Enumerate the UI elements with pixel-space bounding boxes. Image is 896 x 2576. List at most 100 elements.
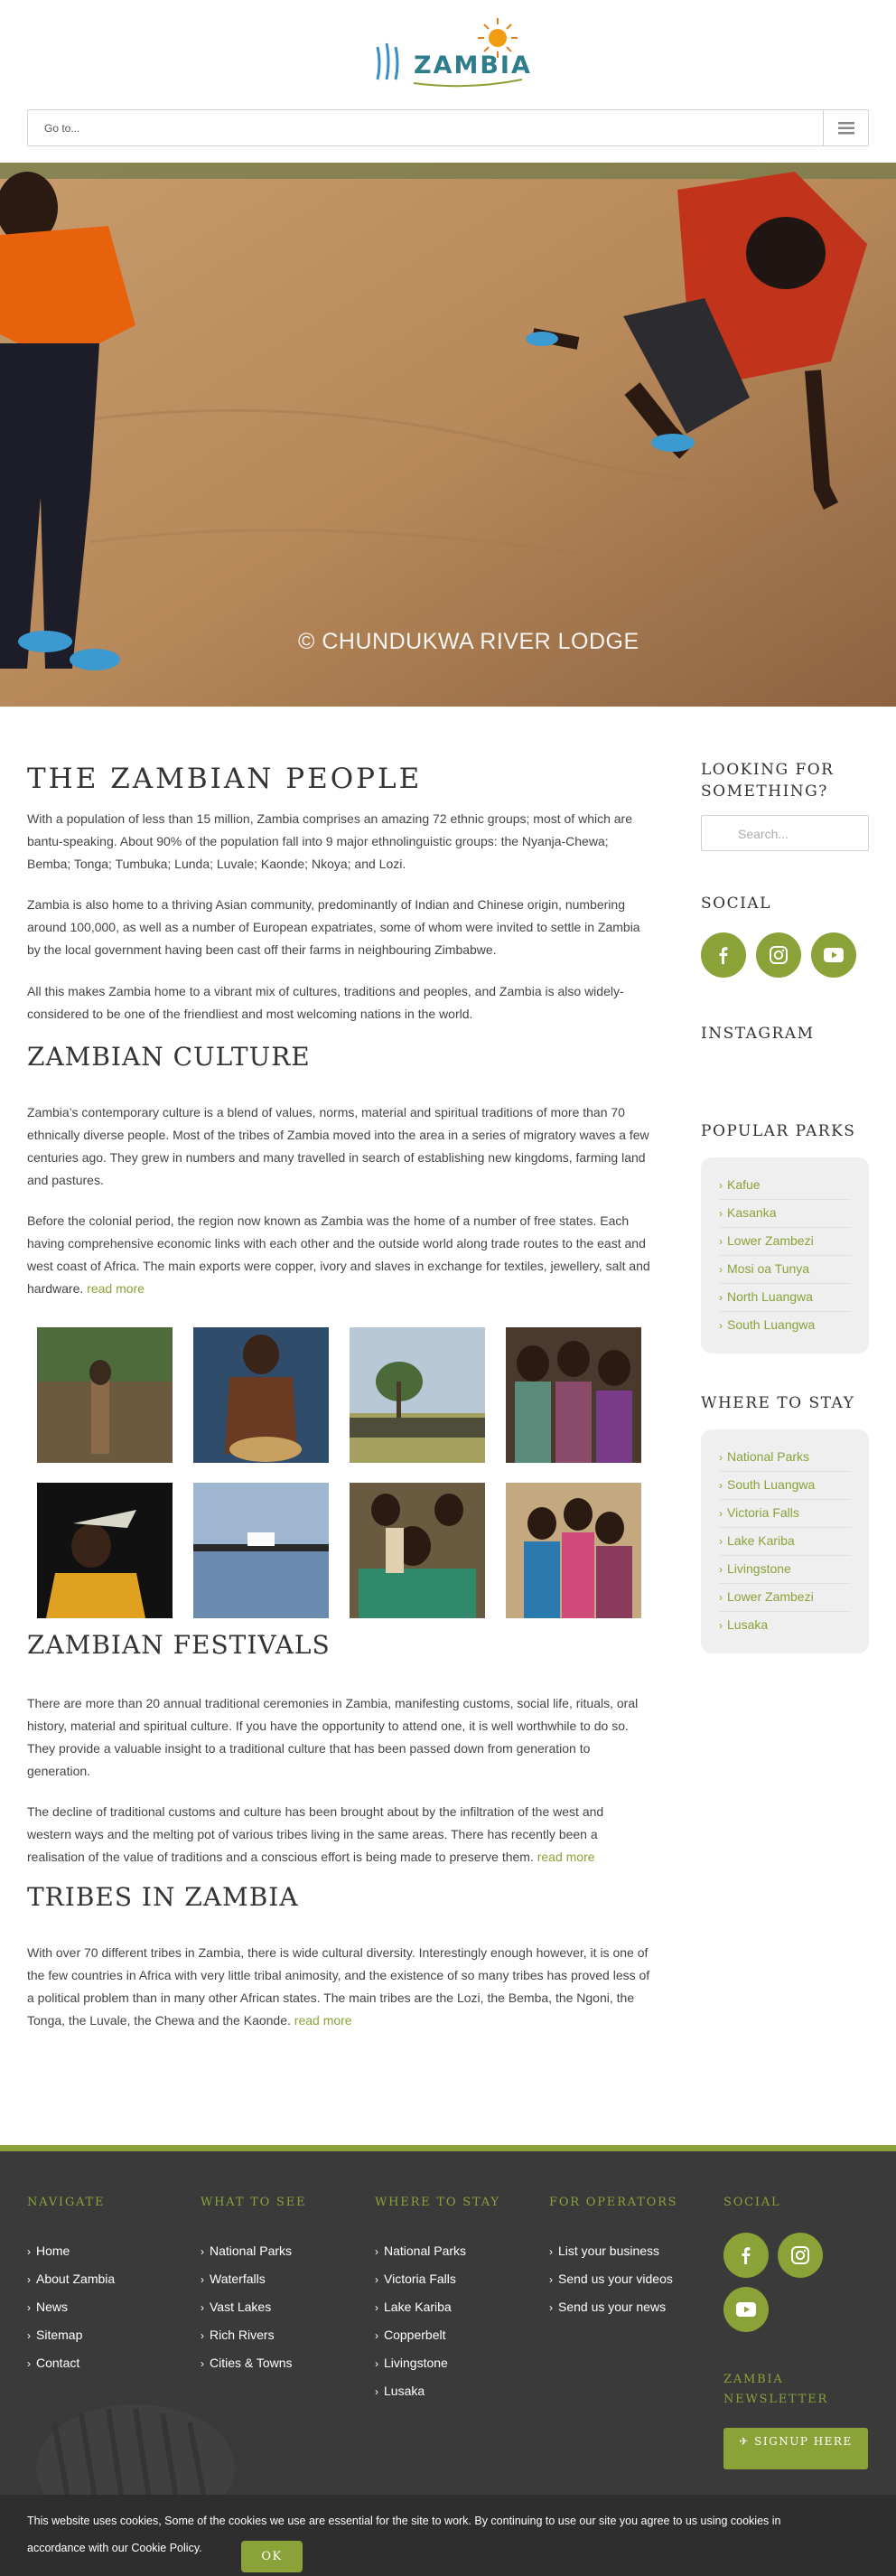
menu-icon[interactable] — [823, 110, 868, 145]
park-link[interactable]: › South Luangwa — [719, 1312, 851, 1339]
gallery-photo-8[interactable] — [506, 1483, 641, 1618]
chevron-right-icon: › — [27, 2273, 31, 2286]
paper-plane-icon: ✈ — [739, 2435, 750, 2448]
gallery-photo-3[interactable] — [350, 1327, 485, 1463]
footer-link[interactable]: › Home — [27, 2237, 115, 2265]
culture-read-more-link[interactable]: read more — [87, 1281, 145, 1296]
footer-link[interactable]: › Vast Lakes — [201, 2293, 306, 2321]
footer-link[interactable]: › About Zambia — [27, 2265, 115, 2293]
footer-link[interactable]: › National Parks — [201, 2237, 306, 2265]
facebook-icon[interactable] — [723, 2233, 769, 2278]
people-paragraph-2: Zambia is also home to a thriving Asian … — [27, 897, 640, 957]
chevron-right-icon: › — [201, 2329, 204, 2342]
footer-what-to-see: WHAT TO SEE › National Parks › Waterfalls … — [201, 2191, 306, 2377]
chevron-right-icon: › — [27, 2301, 31, 2314]
social-widget-title: SOCIAL — [701, 895, 771, 913]
where-to-stay-list: › National Parks › South Luangwa › Victoria… — [701, 1429, 869, 1653]
culture-heading: ZAMBIAN CULTURE — [27, 1042, 311, 1072]
chevron-right-icon: › — [375, 2385, 378, 2398]
chevron-right-icon: › — [27, 2357, 31, 2370]
park-link[interactable]: › Kafue — [719, 1172, 851, 1200]
chevron-right-icon: › — [719, 1563, 723, 1576]
gallery-photo-6[interactable] — [193, 1483, 329, 1618]
chevron-right-icon: › — [719, 1263, 723, 1276]
footer-link[interactable]: › Send us your news — [549, 2293, 677, 2321]
chevron-right-icon: › — [375, 2245, 378, 2258]
footer-stay-title: WHERE TO STAY — [375, 2196, 500, 2209]
chevron-right-icon: › — [719, 1479, 723, 1492]
chevron-right-icon: › — [201, 2273, 204, 2286]
footer-link[interactable]: › National Parks — [375, 2237, 500, 2265]
stay-link[interactable]: › South Luangwa — [719, 1472, 851, 1500]
festivals-read-more-link[interactable]: read more — [537, 1850, 595, 1864]
footer-link[interactable]: › List your business — [549, 2237, 677, 2265]
hero-image: © CHUNDUKWA RIVER LODGE — [0, 163, 896, 707]
gallery-photo-2[interactable] — [193, 1327, 329, 1463]
gallery-photo-4[interactable] — [506, 1327, 641, 1463]
tribes-read-more-link[interactable]: read more — [294, 2013, 352, 2028]
chevron-right-icon: › — [719, 1179, 723, 1192]
footer-link[interactable]: › Victoria Falls — [375, 2265, 500, 2293]
people-paragraph-1: With a population of less than 15 millio… — [27, 811, 633, 871]
stay-link[interactable]: › Lusaka — [719, 1612, 851, 1639]
park-link[interactable]: › Kasanka — [719, 1200, 851, 1228]
footer-navigate-title: NAVIGATE — [27, 2196, 106, 2209]
footer-link[interactable]: › Livingstone — [375, 2349, 500, 2377]
park-link[interactable]: › Mosi oa Tunya — [719, 1256, 851, 1284]
youtube-icon[interactable] — [723, 2287, 769, 2332]
chevron-right-icon: › — [201, 2301, 204, 2314]
stay-link[interactable]: › Victoria Falls — [719, 1500, 851, 1528]
site-logo[interactable]: ZAMBIA — [369, 14, 530, 96]
park-link[interactable]: › Lower Zambezi — [719, 1228, 851, 1256]
sidebar: LOOKING FOR SOMETHING? Search... SOCIAL … — [701, 759, 869, 1653]
footer-operators-title: FOR OPERATORS — [549, 2196, 678, 2209]
chevron-right-icon: › — [719, 1207, 723, 1220]
gallery-photo-1[interactable] — [37, 1327, 173, 1463]
people-heading: THE ZAMBIAN PEOPLE — [27, 763, 423, 795]
footer-link[interactable]: › Lusaka — [375, 2377, 500, 2405]
search-placeholder: Search... — [738, 827, 789, 841]
footer-link[interactable]: › Sitemap — [27, 2321, 115, 2349]
culture-paragraph-2: Before the colonial period, the region n… — [27, 1210, 650, 1300]
footer-link[interactable]: › Rich Rivers — [201, 2321, 306, 2349]
gallery-photo-5[interactable] — [37, 1483, 173, 1618]
hero-photo — [0, 163, 896, 707]
footer-social-title: SOCIAL — [723, 2196, 781, 2209]
photo-gallery — [37, 1327, 641, 1618]
park-link[interactable]: › North Luangwa — [719, 1284, 851, 1312]
chevron-right-icon: › — [549, 2245, 553, 2258]
cookie-ok-button[interactable]: OK — [241, 2541, 303, 2572]
stay-link[interactable]: › Lake Kariba — [719, 1528, 851, 1556]
chevron-right-icon: › — [719, 1235, 723, 1248]
stay-link[interactable]: › Livingstone — [719, 1556, 851, 1584]
newsletter-title: ZAMBIA NEWSLETTER — [723, 2373, 829, 2406]
youtube-icon[interactable] — [811, 932, 856, 978]
chevron-right-icon: › — [375, 2357, 378, 2370]
nav-dropdown[interactable]: Go to... — [27, 109, 869, 146]
facebook-icon[interactable] — [701, 932, 746, 978]
social-icons — [701, 932, 869, 978]
gallery-photo-7[interactable] — [350, 1483, 485, 1618]
search-input[interactable]: Search... — [701, 815, 869, 851]
footer-link[interactable]: › Send us your videos — [549, 2265, 677, 2293]
footer-link[interactable]: › Contact — [27, 2349, 115, 2377]
chevron-right-icon: › — [719, 1507, 723, 1520]
chevron-right-icon: › — [549, 2301, 553, 2314]
chevron-right-icon: › — [719, 1591, 723, 1604]
chevron-right-icon: › — [27, 2245, 31, 2258]
festivals-paragraph-2-text: The decline of traditional customs and c… — [27, 1804, 604, 1864]
where-to-stay-title: WHERE TO STAY — [701, 1394, 855, 1412]
footer-link[interactable]: › Cities & Towns — [201, 2349, 306, 2377]
instagram-icon[interactable] — [778, 2233, 823, 2278]
footer-link[interactable]: › Copperbelt — [375, 2321, 500, 2349]
culture-paragraph-1: Zambia’s contemporary culture is a blend… — [27, 1105, 649, 1187]
footer-link[interactable]: › Lake Kariba — [375, 2293, 500, 2321]
cookie-text: This website uses cookies, Some of the c… — [27, 2515, 781, 2554]
people-paragraph-3: All this makes Zambia home to a vibrant … — [27, 984, 624, 1021]
instagram-icon[interactable] — [756, 932, 801, 978]
stay-link[interactable]: › National Parks — [719, 1444, 851, 1472]
newsletter-signup-button[interactable]: ✈ SIGNUP HERE — [723, 2428, 868, 2469]
footer-link[interactable]: › Waterfalls — [201, 2265, 306, 2293]
footer-link[interactable]: › News — [27, 2293, 115, 2321]
stay-link[interactable]: › Lower Zambezi — [719, 1584, 851, 1612]
